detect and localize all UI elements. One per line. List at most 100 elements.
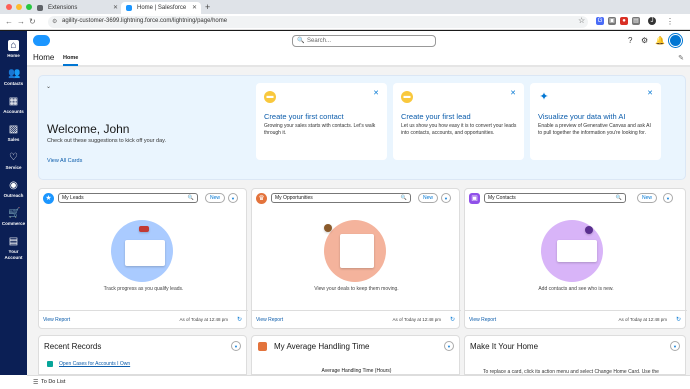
list-view-select[interactable]: My Contacts 🔍 bbox=[484, 193, 626, 203]
url-field[interactable]: ⚙ agility-customer-3699.lightning.force.… bbox=[48, 16, 588, 28]
search-icon: 🔍 bbox=[400, 195, 407, 201]
timestamp: As of Today at 12:48 pm bbox=[179, 317, 228, 322]
card-footer: View Report As of Today at 12:48 pm ↻ bbox=[252, 310, 461, 328]
close-window-button[interactable] bbox=[6, 4, 12, 10]
reload-icon[interactable]: ↻ bbox=[29, 17, 36, 26]
list-view-label: My Opportunities bbox=[275, 195, 313, 201]
chevron-down-icon[interactable]: ▼ bbox=[231, 341, 241, 351]
suggestion-card-ai[interactable]: ✦ ✕ Visualize your data with AI Enable a… bbox=[530, 83, 661, 160]
new-button[interactable]: New bbox=[205, 193, 225, 203]
list-view-select[interactable]: My Opportunities 🔍 bbox=[271, 193, 411, 203]
site-info-icon[interactable]: ⚙ bbox=[52, 18, 57, 25]
view-report-link[interactable]: View Report bbox=[256, 317, 283, 323]
opportunities-illustration bbox=[324, 220, 386, 282]
nav-item-sales[interactable]: ▨ Sales bbox=[0, 121, 27, 147]
tab-salesforce-home[interactable]: Home | Salesforce ✕ bbox=[121, 2, 201, 14]
timestamp: As of Today at 12:48 pm bbox=[392, 317, 441, 322]
search-icon: 🔍 bbox=[615, 195, 622, 201]
new-button[interactable]: New bbox=[637, 193, 657, 203]
chevron-down-icon[interactable]: ▼ bbox=[444, 341, 454, 351]
refresh-icon[interactable]: ↻ bbox=[450, 316, 455, 323]
empty-state-text: View your deals to keep them moving. bbox=[314, 286, 399, 292]
nav-label: Sales bbox=[7, 137, 20, 142]
nav-item-home[interactable]: ⌂ Home bbox=[0, 37, 27, 63]
profile-avatar[interactable]: J bbox=[648, 17, 656, 25]
list-view-select[interactable]: My Leads 🔍 bbox=[58, 193, 198, 203]
bell-icon[interactable]: 🔔 bbox=[655, 36, 665, 45]
recent-records-card: Recent Records ▼ Open Cases for Accounts… bbox=[38, 335, 247, 375]
avatar[interactable] bbox=[669, 34, 682, 47]
chevron-down-icon[interactable]: ⌄ bbox=[46, 83, 51, 90]
accounts-icon: ▦ bbox=[8, 96, 19, 107]
list-card-leads: ★ My Leads 🔍 New ▼ Track progress as you… bbox=[38, 188, 248, 329]
chart-icon bbox=[258, 342, 267, 351]
todo-list-icon: ☰ bbox=[33, 380, 39, 386]
empty-state-text: Add contacts and see who is new. bbox=[538, 286, 614, 292]
list-card-opportunities: ♛ My Opportunities 🔍 New ▼ View your dea… bbox=[251, 188, 461, 329]
nav-label: Home bbox=[7, 53, 20, 58]
contact-card-icon: ▬ bbox=[264, 91, 276, 103]
contacts-icon: ▣ bbox=[469, 193, 480, 204]
minimize-window-button[interactable] bbox=[16, 4, 22, 10]
nav-item-commerce[interactable]: 🛒 Commerce bbox=[0, 205, 27, 231]
new-button[interactable]: New bbox=[418, 193, 438, 203]
cart-icon: 🛒 bbox=[8, 208, 21, 219]
card-footer: View Report As of Today at 12:48 pm ↻ bbox=[39, 310, 248, 328]
help-icon[interactable]: ? bbox=[628, 36, 632, 45]
recent-record-link[interactable]: Open Cases for Accounts I Own bbox=[59, 361, 130, 367]
gear-icon[interactable]: ⚙ bbox=[641, 36, 648, 45]
leads-illustration bbox=[111, 220, 173, 282]
url-text: agility-customer-3699.lightning.force.co… bbox=[62, 18, 228, 24]
nav-item-accounts[interactable]: ▦ Accounts bbox=[0, 93, 27, 119]
close-icon[interactable]: ✕ bbox=[510, 89, 516, 97]
extension-icon[interactable]: ● bbox=[620, 17, 628, 25]
refresh-icon[interactable]: ↻ bbox=[676, 316, 681, 323]
card-description: Let us show you how easy it is to conver… bbox=[401, 123, 517, 136]
chevron-down-icon[interactable]: ▼ bbox=[228, 193, 238, 203]
chevron-down-icon[interactable]: ▼ bbox=[663, 193, 673, 203]
close-icon[interactable]: ✕ bbox=[373, 89, 379, 97]
tab-extensions[interactable]: Extensions ✕ bbox=[32, 2, 122, 14]
tab-home[interactable]: Home bbox=[63, 55, 79, 66]
sparkle-icon: ✦ bbox=[539, 91, 549, 103]
forward-icon[interactable]: → bbox=[17, 17, 25, 26]
nav-item-contacts[interactable]: 👥 Contacts bbox=[0, 65, 27, 91]
app-bar: Home Home ✎ bbox=[27, 51, 690, 67]
close-icon[interactable]: ✕ bbox=[192, 4, 197, 11]
suggestion-card-contact[interactable]: ▬ ✕ Create your first contact Growing yo… bbox=[256, 83, 387, 160]
star-icon[interactable]: ☆ bbox=[578, 16, 585, 25]
nav-label: Outreach bbox=[3, 193, 24, 198]
view-report-link[interactable]: View Report bbox=[469, 317, 496, 323]
new-tab-button[interactable]: + bbox=[205, 2, 210, 12]
salesforce-logo[interactable] bbox=[33, 35, 50, 46]
search-input[interactable]: 🔍 Search... bbox=[292, 35, 436, 47]
nav-item-your-account[interactable]: ▤ Your Account bbox=[0, 233, 27, 265]
extension-icon[interactable]: ▣ bbox=[608, 17, 616, 25]
nav-item-outreach[interactable]: ◉ Outreach bbox=[0, 177, 27, 203]
card-title[interactable]: Create your first contact bbox=[264, 112, 344, 121]
heart-icon: ♡ bbox=[9, 152, 18, 163]
card-title[interactable]: Create your first lead bbox=[401, 112, 471, 121]
close-icon[interactable]: ✕ bbox=[647, 89, 653, 97]
search-placeholder: Search... bbox=[307, 38, 332, 44]
back-icon[interactable]: ← bbox=[5, 17, 13, 26]
timestamp: As of Today at 12:48 pm bbox=[618, 317, 667, 322]
chevron-down-icon[interactable]: ▼ bbox=[670, 341, 680, 351]
browser-menu-icon[interactable]: ⋮ bbox=[666, 17, 674, 26]
view-report-link[interactable]: View Report bbox=[43, 317, 70, 323]
view-all-cards-link[interactable]: View All Cards bbox=[47, 158, 82, 164]
contacts-icon: 👥 bbox=[8, 68, 21, 79]
extension-icon[interactable]: G bbox=[596, 17, 604, 25]
extension-icon[interactable]: ▤ bbox=[632, 17, 640, 25]
suggestion-card-lead[interactable]: ▬ ✕ Create your first lead Let us show y… bbox=[393, 83, 524, 160]
chevron-down-icon[interactable]: ▼ bbox=[441, 193, 451, 203]
nav-item-service[interactable]: ♡ Service bbox=[0, 149, 27, 175]
edit-nav-icon[interactable]: ✎ bbox=[678, 54, 684, 62]
lead-icon: ★ bbox=[43, 193, 54, 204]
card-title[interactable]: Visualize your data with AI bbox=[538, 112, 625, 121]
refresh-icon[interactable]: ↻ bbox=[237, 316, 242, 323]
card-title: Make It Your Home bbox=[470, 342, 539, 351]
close-icon[interactable]: ✕ bbox=[113, 4, 118, 11]
todo-list-button[interactable]: To Do List bbox=[41, 379, 65, 385]
welcome-title: Welcome, John bbox=[47, 122, 130, 136]
